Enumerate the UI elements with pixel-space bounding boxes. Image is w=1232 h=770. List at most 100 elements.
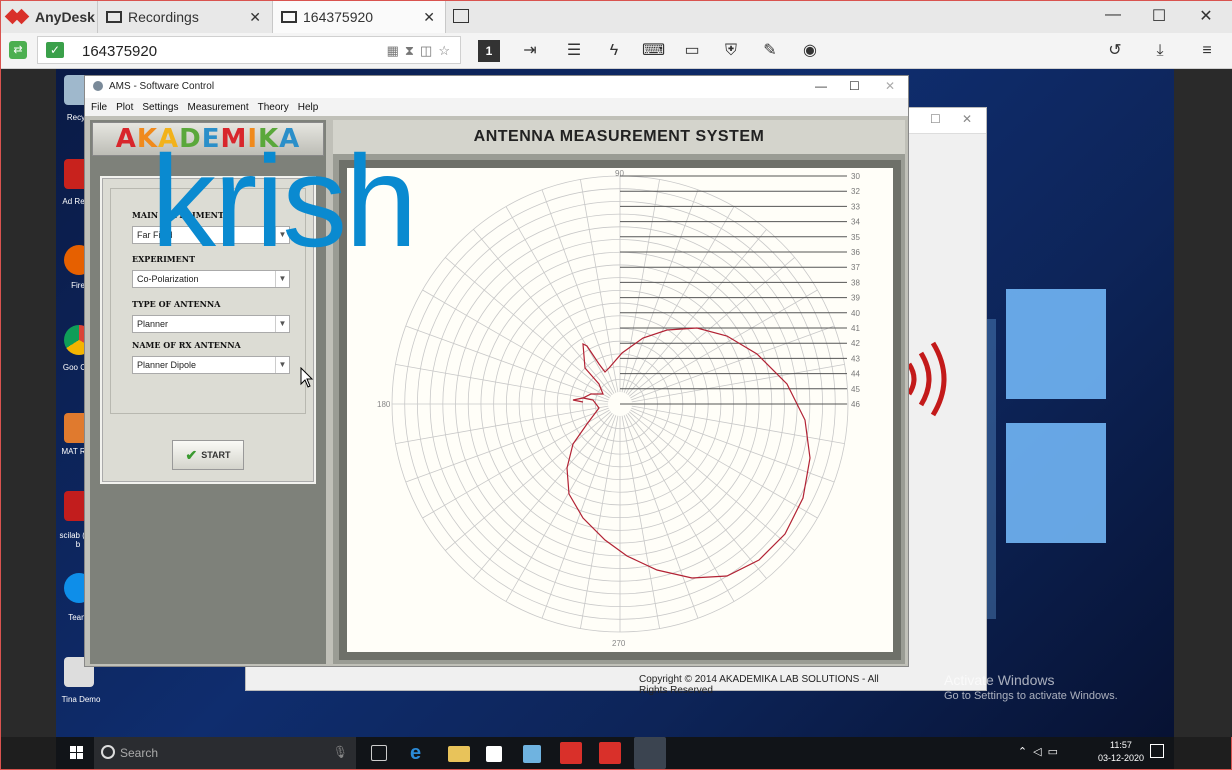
database-icon[interactable]: ◫: [420, 43, 432, 59]
ams-minimize-button[interactable]: —: [815, 79, 827, 93]
antenna-type-value: Planner: [137, 319, 169, 329]
microphone-icon[interactable]: 🎙: [333, 745, 348, 759]
windows-start-icon[interactable]: [70, 746, 84, 760]
chat-icon[interactable]: ☰: [563, 40, 585, 62]
grid-spoke: [505, 206, 615, 394]
grid-spoke: [628, 411, 795, 551]
display-icon[interactable]: ▭: [681, 40, 703, 62]
history-icon[interactable]: ↺: [1104, 40, 1126, 62]
radiation-trace: [566, 327, 811, 579]
download-icon[interactable]: ⤓: [1149, 40, 1171, 62]
clock[interactable]: 11:57 03-12-2020: [1098, 739, 1144, 765]
level-label: 43: [851, 354, 860, 363]
ams-close-button[interactable]: ✕: [885, 79, 895, 93]
angle-label-90: 90: [615, 169, 624, 178]
level-label: 32: [851, 187, 860, 196]
tab-session[interactable]: 164375920 ✕: [272, 1, 446, 33]
anydesk-brand[interactable]: AnyDesk: [7, 7, 95, 27]
menu-measurement[interactable]: Measurement: [188, 102, 249, 113]
activate-subtitle: Go to Settings to activate Windows.: [944, 690, 1118, 702]
task-view-icon[interactable]: [371, 745, 387, 761]
address-icons: ▦ ⧗ ◫ ☆: [387, 43, 450, 59]
grid-spoke: [631, 405, 845, 444]
antenna-type-select[interactable]: Planner ▼: [132, 315, 290, 333]
app-icon[interactable]: [523, 745, 541, 763]
display-off-icon[interactable]: ▦: [387, 43, 399, 59]
menu-file[interactable]: File: [91, 102, 107, 113]
menu-plot[interactable]: Plot: [116, 102, 133, 113]
ams-taskbar-icon[interactable]: [634, 737, 666, 769]
level-label: 45: [851, 385, 860, 394]
hourglass-icon[interactable]: ⧗: [405, 43, 414, 59]
windows-wallpaper-logo: [966, 289, 1116, 649]
chevron-down-icon[interactable]: ▼: [275, 357, 289, 373]
whiteboard-icon[interactable]: ✎: [759, 40, 781, 62]
clock-date: 03-12-2020: [1097, 753, 1144, 763]
bg-close-icon[interactable]: ✕: [962, 112, 972, 126]
permissions-icon[interactable]: ⛨: [720, 40, 742, 62]
activate-title: Activate Windows: [944, 672, 1055, 688]
search-placeholder: Search: [120, 746, 159, 760]
grid-spoke: [621, 179, 660, 393]
record-icon[interactable]: ◉: [799, 40, 821, 62]
address-field[interactable]: ✓ 164375920 ▦ ⧗ ◫ ☆: [37, 36, 461, 64]
anydesk-address-bar: ⇄ ✓ 164375920 ▦ ⧗ ◫ ☆ 1 ⇥ ☰ ϟ ⌨ ▭ ⛨ ✎ ◉ …: [1, 33, 1232, 69]
letterbox-left: [1, 69, 56, 737]
level-label: 37: [851, 263, 860, 272]
favorite-icon[interactable]: ☆: [438, 43, 450, 59]
polar-plot-area[interactable]: 30 32 33 34 35 36 37 38 39 40 41 42 43 44 45 46 90 180 270: [347, 168, 893, 652]
level-label: 36: [851, 248, 860, 257]
menu-settings[interactable]: Settings: [142, 102, 178, 113]
system-tray-icons[interactable]: ⌃◁▭: [1018, 745, 1064, 758]
chevron-down-icon[interactable]: ▼: [275, 316, 289, 332]
notifications-icon[interactable]: [1150, 744, 1164, 758]
minimize-button[interactable]: —: [1103, 6, 1123, 24]
ams-titlebar[interactable]: AMS - Software Control — ☐ ✕: [85, 76, 908, 98]
activate-windows-notice: Activate Windows Go to Settings to activ…: [944, 672, 1118, 702]
file-transfer-icon[interactable]: ⇥: [519, 40, 541, 62]
ams-window-title: AMS - Software Control: [109, 81, 215, 92]
rx-antenna-select[interactable]: Planner Dipole ▼: [132, 356, 290, 374]
anydesk-taskbar-icon[interactable]: [599, 742, 621, 764]
new-tab-icon[interactable]: [453, 9, 469, 23]
menu-help[interactable]: Help: [298, 102, 319, 113]
grid-spoke: [422, 409, 610, 519]
tab-close-icon[interactable]: ✕: [423, 9, 435, 26]
file-explorer-icon[interactable]: [448, 746, 470, 762]
taskbar-search[interactable]: Search 🎙: [94, 737, 356, 769]
desktop-label: Tina Demo: [61, 695, 101, 704]
maximize-button[interactable]: ☐: [1149, 6, 1169, 26]
bg-maximize-icon[interactable]: ☐: [930, 112, 941, 126]
polar-plot[interactable]: 30 32 33 34 35 36 37 38 39 40 41 42 43 44 45 46 90 180 270: [347, 168, 893, 652]
connection-status-icon[interactable]: ⇄: [9, 41, 27, 59]
tab-close-icon[interactable]: ✕: [249, 9, 261, 26]
grid-spoke: [422, 289, 610, 399]
anydesk-brand-label: AnyDesk: [35, 9, 95, 25]
grid-spoke: [630, 289, 818, 399]
search-icon: [101, 745, 115, 759]
menu-theory[interactable]: Theory: [258, 102, 289, 113]
store-icon[interactable]: [486, 746, 502, 762]
start-button[interactable]: ✔ START: [172, 440, 244, 470]
level-label: 46: [851, 400, 860, 409]
close-button[interactable]: ✕: [1196, 6, 1216, 26]
actions-icon[interactable]: ϟ: [603, 40, 625, 62]
angle-label-270: 270: [612, 639, 626, 648]
keyboard-icon[interactable]: ⌨: [642, 40, 665, 62]
grid-spoke: [631, 364, 845, 403]
ams-menu-bar: File Plot Settings Measurement Theory He…: [85, 98, 908, 116]
menu-icon[interactable]: ≡: [1196, 40, 1218, 62]
ams-maximize-button[interactable]: ☐: [849, 79, 860, 93]
level-label: 33: [851, 202, 860, 211]
check-icon: ✔: [185, 446, 198, 463]
level-label: 30: [851, 172, 860, 181]
tab-recordings[interactable]: Recordings ✕: [97, 1, 271, 33]
anydesk-taskbar-icon[interactable]: [560, 742, 582, 764]
tab-session-label: 164375920: [303, 9, 374, 25]
sound-waves-icon: [906, 341, 947, 417]
monitor-1-button[interactable]: 1: [478, 40, 500, 62]
grid-spoke: [445, 411, 612, 551]
level-label: 41: [851, 324, 860, 333]
edge-icon[interactable]: e: [410, 742, 432, 764]
rx-antenna-label: NAME OF RX ANTENNA: [132, 340, 241, 350]
